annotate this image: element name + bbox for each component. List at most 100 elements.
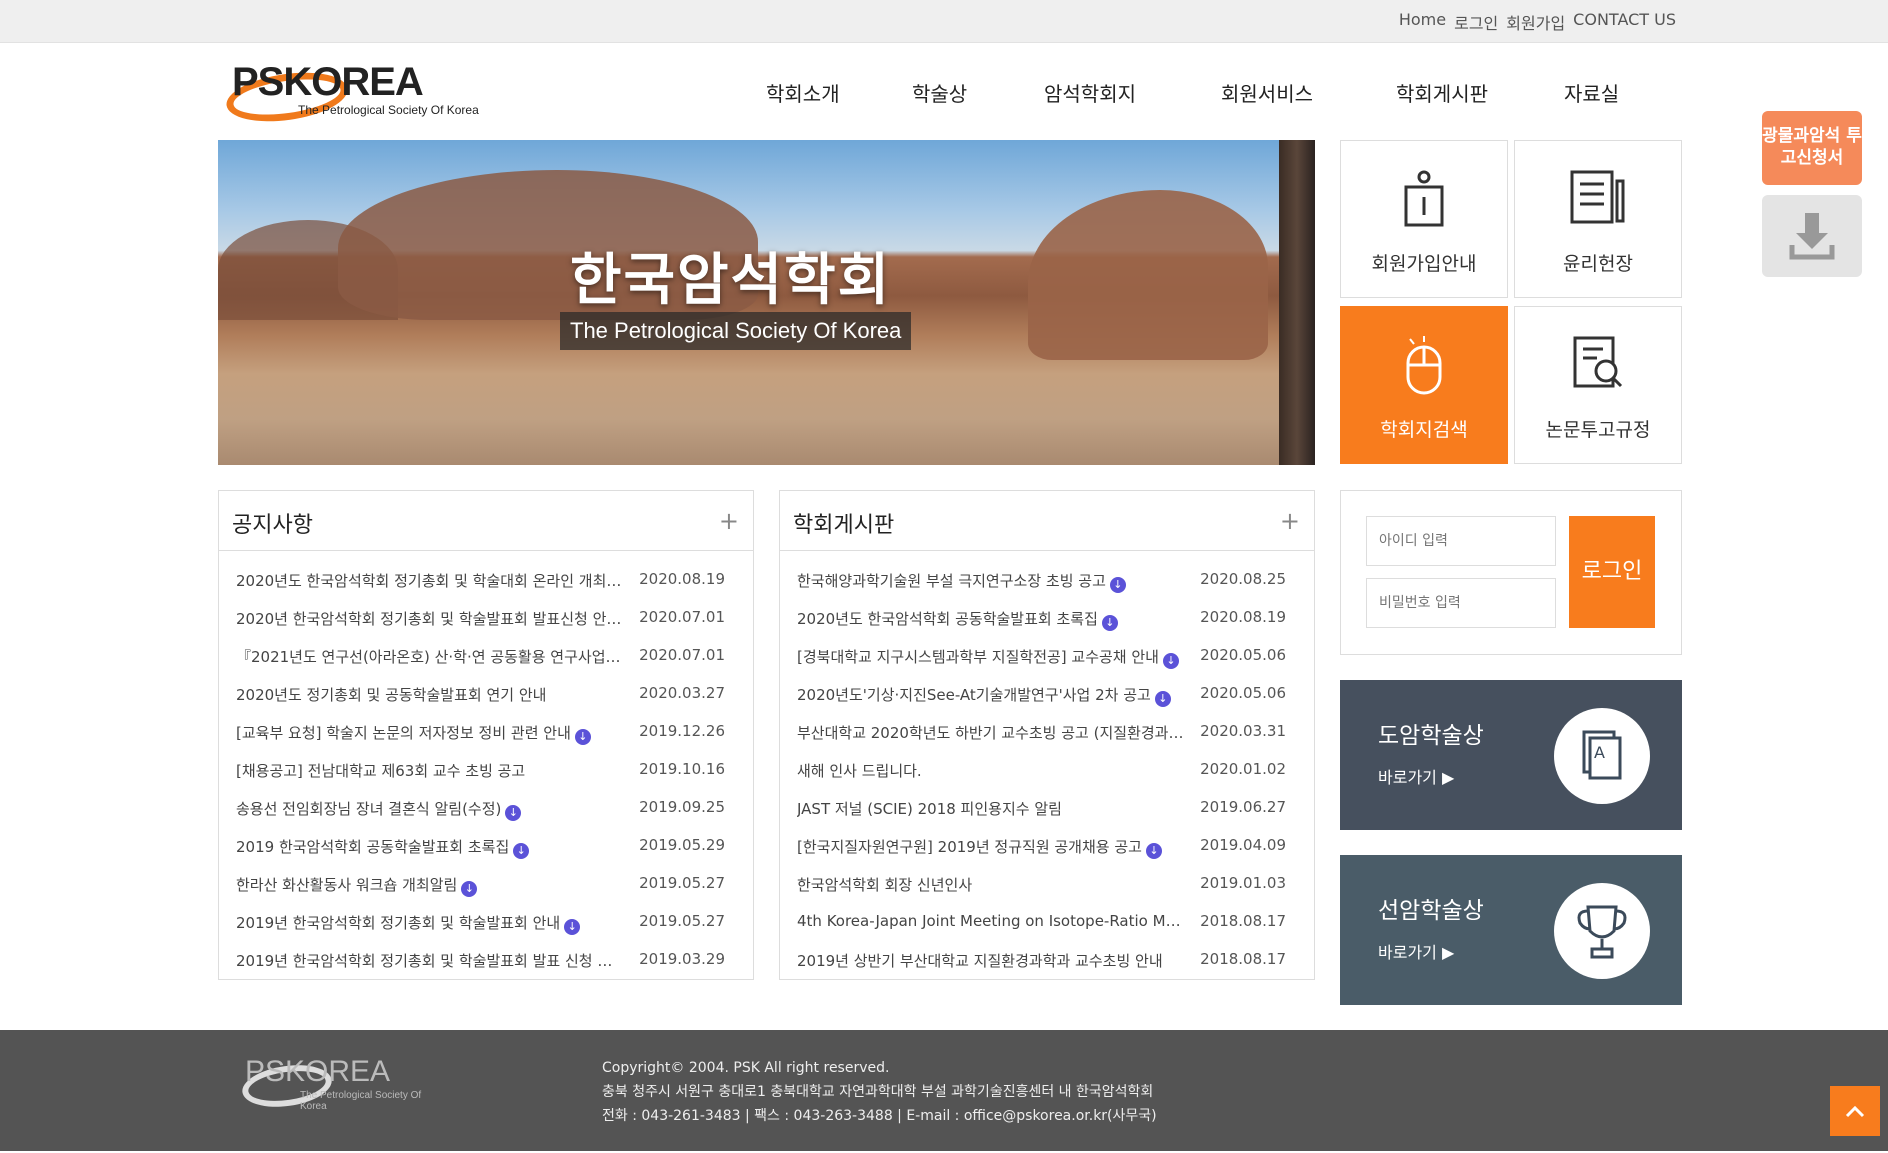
tile-label: 회원가입안내: [1371, 253, 1477, 275]
home-link[interactable]: Home: [1399, 10, 1446, 34]
award-shortcut-link[interactable]: 바로가기 ▶: [1378, 764, 1454, 788]
list-item-date: 2018.08.17: [1200, 912, 1286, 930]
list-item-date: 2019.05.27: [639, 874, 725, 892]
list-item-title-text: [경북대학교 지구시스템과학부 지질학전공] 교수공채 안내: [797, 648, 1159, 666]
download-icon[interactable]: ↓: [1162, 653, 1179, 669]
list-item[interactable]: 『2021년도 연구선(아라온호) 산·학·연 공동활용 연구사업』… 2020.…: [219, 637, 753, 675]
list-item[interactable]: 한국해양과학기술원 부설 극지연구소장 초빙 공고 ↓ 2020.08.25: [780, 561, 1314, 599]
list-item-title: 부산대학교 2020학년도 하반기 교수초빙 공고 (지질환경과…: [797, 722, 1183, 743]
download-icon[interactable]: ↓: [1145, 843, 1162, 859]
tile-join-guide[interactable]: 회원가입안내: [1340, 140, 1508, 298]
download-icon[interactable]: ↓: [461, 881, 478, 897]
download-icon[interactable]: ↓: [564, 919, 581, 935]
seonam-award-card[interactable]: 선암학술상 바로가기 ▶: [1340, 855, 1682, 1005]
list-item-date: 2020.08.25: [1200, 570, 1286, 588]
list-item[interactable]: 2020년도 한국암석학회 공동학술발표회 초록집 ↓ 2020.08.19: [780, 599, 1314, 637]
apply-form-button[interactable]: 광물과암석 투고신청서: [1762, 111, 1862, 185]
download-icon[interactable]: ↓: [513, 843, 530, 859]
list-item-title-text: [한국지질자원연구원] 2019년 정규직원 공개채용 공고: [797, 838, 1142, 856]
list-item-title: JAST 저널 (SCIE) 2018 피인용지수 알림: [797, 798, 1062, 819]
download-icon[interactable]: ↓: [1101, 615, 1118, 631]
notice-board: 공지사항 + 2020년도 한국암석학회 정기총회 및 학술대회 온라인 개최 …: [218, 490, 754, 980]
id-input[interactable]: [1366, 516, 1556, 566]
list-item[interactable]: 2020년 한국암석학회 정기총회 및 학술발표회 발표신청 안내… 2020.0…: [219, 599, 753, 637]
society-board-header: 학회게시판 +: [780, 491, 1314, 551]
nav-award[interactable]: 학술상: [912, 78, 967, 107]
login-button[interactable]: 로그인: [1569, 516, 1655, 628]
list-item-title-text: 『2021년도 연구선(아라온호) 산·학·연 공동활용 연구사업』…: [236, 648, 626, 666]
list-item-date: 2019.01.03: [1200, 874, 1286, 892]
list-item[interactable]: JAST 저널 (SCIE) 2018 피인용지수 알림 2019.06.27: [780, 789, 1314, 827]
nav-archive[interactable]: 자료실: [1564, 78, 1619, 107]
list-item-date: 2019.06.27: [1200, 798, 1286, 816]
nav-journal[interactable]: 암석학회지: [1044, 78, 1136, 107]
list-item-title: 2019년 한국암석학회 정기총회 및 학술발표회 안내 ↓: [236, 912, 581, 935]
nav-board[interactable]: 학회게시판: [1396, 78, 1488, 107]
list-item-date: 2019.04.09: [1200, 836, 1286, 854]
list-item-title-text: 한국암석학회 회장 신년인사: [797, 876, 973, 894]
download-icon[interactable]: ↓: [1154, 691, 1171, 707]
list-item[interactable]: 2019년 상반기 부산대학교 지질환경과학과 교수초빙 안내 2018.08.1…: [780, 941, 1314, 979]
list-item-date: 2019.12.26: [639, 722, 725, 740]
list-item[interactable]: 2020년도 정기총회 및 공동학술발표회 연기 안내 2020.03.27: [219, 675, 753, 713]
nav-member-service[interactable]: 회원서비스: [1221, 78, 1313, 107]
tile-journal-search[interactable]: 학회지검색: [1340, 306, 1508, 464]
download-icon[interactable]: ↓: [505, 805, 522, 821]
download-button[interactable]: [1762, 195, 1862, 277]
svg-text:A: A: [1594, 743, 1605, 762]
login-box: 로그인: [1340, 490, 1682, 655]
tile-submission-rules[interactable]: 논문투고규정: [1514, 306, 1682, 464]
list-item[interactable]: [채용공고] 전남대학교 제63회 교수 초빙 공고 2019.10.16: [219, 751, 753, 789]
list-item[interactable]: [교육부 요청] 학술지 논문의 저자정보 정비 관련 안내 ↓ 2019.12.2…: [219, 713, 753, 751]
list-item[interactable]: 2019 한국암석학회 공동학술발표회 초록집 ↓ 2019.05.29: [219, 827, 753, 865]
nav-about[interactable]: 학회소개: [766, 78, 840, 107]
list-item[interactable]: [경북대학교 지구시스템과학부 지질학전공] 교수공채 안내 ↓ 2020.05.0…: [780, 637, 1314, 675]
scroll-top-button[interactable]: [1830, 1086, 1880, 1136]
hero-title: 한국암석학회: [570, 248, 892, 313]
more-plus-icon[interactable]: +: [719, 507, 739, 535]
download-icon[interactable]: ↓: [574, 729, 591, 745]
download-icon[interactable]: ↓: [1109, 577, 1126, 593]
join-link[interactable]: 회원가입: [1506, 10, 1565, 34]
list-item-title-text: 2020년도 한국암석학회 정기총회 및 학술대회 온라인 개최 …: [236, 572, 626, 590]
list-item-date: 2020.01.02: [1200, 760, 1286, 778]
list-item[interactable]: 한국암석학회 회장 신년인사 2019.01.03: [780, 865, 1314, 903]
list-item[interactable]: 2020년도'기상·지진See-At기술개발연구'사업 2차 공고 ↓ 2020.0…: [780, 675, 1314, 713]
award-shortcut-link[interactable]: 바로가기 ▶: [1378, 939, 1454, 963]
hero-banner: 한국암석학회 The Petrological Society Of Korea: [218, 140, 1315, 465]
hero-rock: [1028, 190, 1268, 360]
list-item[interactable]: 2019년 한국암석학회 정기총회 및 학술발표회 안내 ↓ 2019.05.27: [219, 903, 753, 941]
list-item-title-text: 2019년 한국암석학회 정기총회 및 학술발표회 안내: [236, 914, 561, 932]
list-item-date: 2020.05.06: [1200, 646, 1286, 664]
list-item-date: 2019.05.27: [639, 912, 725, 930]
list-item[interactable]: 4th Korea-Japan Joint Meeting on Isotope…: [780, 903, 1314, 941]
more-plus-icon[interactable]: +: [1280, 507, 1300, 535]
password-input[interactable]: [1366, 578, 1556, 628]
document-search-icon: [1573, 336, 1623, 388]
notice-board-title: 공지사항: [232, 513, 313, 538]
list-item-title-text: [채용공고] 전남대학교 제63회 교수 초빙 공고: [236, 762, 526, 780]
list-item-date: 2020.05.06: [1200, 684, 1286, 702]
list-item[interactable]: 한라산 화산활동사 워크숍 개최알림 ↓ 2019.05.27: [219, 865, 753, 903]
list-item[interactable]: 2020년도 한국암석학회 정기총회 및 학술대회 온라인 개최 … 2020.0…: [219, 561, 753, 599]
award-title: 선암학술상: [1378, 898, 1484, 924]
tile-ethics[interactable]: 윤리헌장: [1514, 140, 1682, 298]
list-item-date: 2020.07.01: [639, 608, 725, 626]
list-item-title: 한국해양과학기술원 부설 극지연구소장 초빙 공고 ↓: [797, 570, 1126, 593]
site-logo[interactable]: PSKOREA The Petrological Society Of Kore…: [222, 56, 482, 129]
contact-link[interactable]: CONTACT US: [1573, 10, 1676, 34]
person-info-icon: [1404, 170, 1444, 227]
hero-next-slide-edge: [1279, 140, 1315, 465]
doam-award-card[interactable]: 도암학술상 바로가기 ▶ A: [1340, 680, 1682, 830]
tile-label: 논문투고규정: [1545, 419, 1651, 441]
list-item[interactable]: [한국지질자원연구원] 2019년 정규직원 공개채용 공고 ↓ 2019.04.0…: [780, 827, 1314, 865]
list-item[interactable]: 2019년 한국암석학회 정기총회 및 학술발표회 발표 신청 안… 2019.0…: [219, 941, 753, 979]
list-item-title-text: 2019년 한국암석학회 정기총회 및 학술발표회 발표 신청 안…: [236, 952, 626, 970]
list-item-title-text: 2020년도 한국암석학회 공동학술발표회 초록집: [797, 610, 1098, 628]
list-item[interactable]: 송용선 전임회장님 장녀 결혼식 알림(수정) ↓ 2019.09.25: [219, 789, 753, 827]
list-item[interactable]: 부산대학교 2020학년도 하반기 교수초빙 공고 (지질환경과… 2020.03…: [780, 713, 1314, 751]
list-item[interactable]: 새해 인사 드립니다. 2020.01.02: [780, 751, 1314, 789]
login-link[interactable]: 로그인: [1454, 10, 1498, 34]
document-award-icon: A: [1582, 730, 1622, 780]
list-item-title: 송용선 전임회장님 장녀 결혼식 알림(수정) ↓: [236, 798, 522, 821]
